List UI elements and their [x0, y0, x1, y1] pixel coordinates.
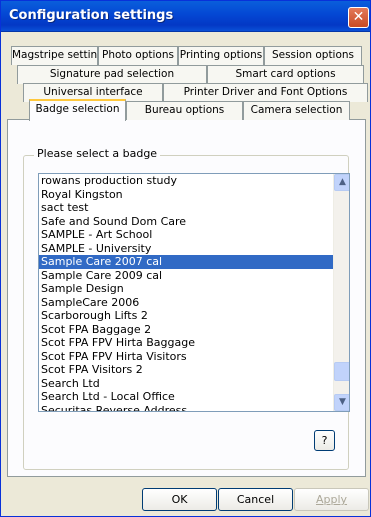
tab-printer-driver-font-options[interactable]: Printer Driver and Font Options [163, 83, 368, 102]
tab-label: Universal interface [43, 86, 143, 98]
tab-label: Printing options [179, 49, 263, 61]
badge-list-item[interactable]: Scarborough Lifts 2 [39, 309, 349, 323]
scroll-up-icon: ▲ [339, 177, 346, 187]
tab-label: Camera selection [250, 104, 343, 116]
badge-list-item[interactable]: Search Ltd [39, 377, 349, 391]
badge-list-item[interactable]: Sample Care 2009 cal [39, 269, 349, 283]
badge-list-item[interactable]: Search Ltd - Local Office [39, 390, 349, 404]
tab-label: Badge selection [35, 103, 120, 115]
tab-label: Printer Driver and Font Options [183, 86, 348, 98]
close-button[interactable]: ✕ [348, 7, 369, 28]
tab-camera-selection[interactable]: Camera selection [243, 101, 350, 120]
tab-label: Signature pad selection [49, 68, 175, 80]
badge-list-item[interactable]: Royal Kingston [39, 188, 349, 202]
tab-smart-card-options[interactable]: Smart card options [207, 65, 364, 84]
tab-session-options[interactable]: Session options [264, 46, 362, 65]
scroll-thumb[interactable] [334, 362, 349, 381]
badge-list-items: rowans production study Royal Kingston sac… [39, 174, 349, 412]
badge-list-item[interactable]: sact test [39, 201, 349, 215]
badge-list-item[interactable]: Scot FPA FPV Hirta Baggage [39, 336, 349, 350]
scroll-up-button[interactable]: ▲ [334, 174, 349, 191]
tab-label: Smart card options [235, 68, 336, 80]
badge-list-item[interactable]: Sample Care 2007 cal [39, 255, 349, 269]
configuration-window: Configuration settings ✕ Magstripe setti… [0, 0, 371, 517]
tab-bureau-options[interactable]: Bureau options [126, 101, 243, 120]
tab-label: Session options [271, 49, 355, 61]
tab-signature-pad-selection[interactable]: Signature pad selection [17, 65, 207, 84]
badge-list-item[interactable]: Scot FPA Baggage 2 [39, 323, 349, 337]
scroll-down-icon: ▼ [339, 397, 346, 407]
tab-label: Magstripe settings [12, 49, 98, 61]
badge-list-item[interactable]: SAMPLE - Art School [39, 228, 349, 242]
title-bar[interactable]: Configuration settings ✕ [1, 1, 370, 32]
cancel-button[interactable]: Cancel [218, 488, 293, 511]
badge-list-item[interactable]: Securitas Reverse Address [39, 404, 349, 412]
badge-list-item[interactable]: Sample Design [39, 282, 349, 296]
tab-photo-options[interactable]: Photo options [98, 46, 178, 65]
tab-printing-options[interactable]: Printing options [178, 46, 264, 65]
tab-label: Bureau options [144, 104, 225, 116]
apply-button[interactable]: Apply [294, 488, 369, 511]
badge-list-item[interactable]: Scot FPA FPV Hirta Visitors [39, 350, 349, 364]
tab-magstripe-settings[interactable]: Magstripe settings [11, 46, 98, 65]
badge-list-item[interactable]: rowans production study [39, 174, 349, 188]
badge-list-item[interactable]: SampleCare 2006 [39, 296, 349, 310]
close-icon: ✕ [352, 9, 365, 25]
help-button[interactable]: ? [314, 430, 335, 451]
groupbox-label: Please select a badge [34, 147, 161, 160]
ok-button[interactable]: OK [142, 488, 217, 511]
badge-list-item[interactable]: Scot FPA Visitors 2 [39, 363, 349, 377]
badge-list-item[interactable]: Safe and Sound Dom Care [39, 215, 349, 229]
vertical-scrollbar[interactable]: ▲ ▼ [333, 174, 349, 411]
badge-listbox[interactable]: rowans production study Royal Kingston sac… [38, 173, 350, 412]
scroll-down-button[interactable]: ▼ [334, 394, 349, 411]
tab-badge-selection[interactable]: Badge selection [29, 99, 126, 121]
window-title: Configuration settings [9, 8, 174, 23]
badge-list-item[interactable]: SAMPLE - University [39, 242, 349, 256]
tab-label: Photo options [102, 49, 174, 61]
